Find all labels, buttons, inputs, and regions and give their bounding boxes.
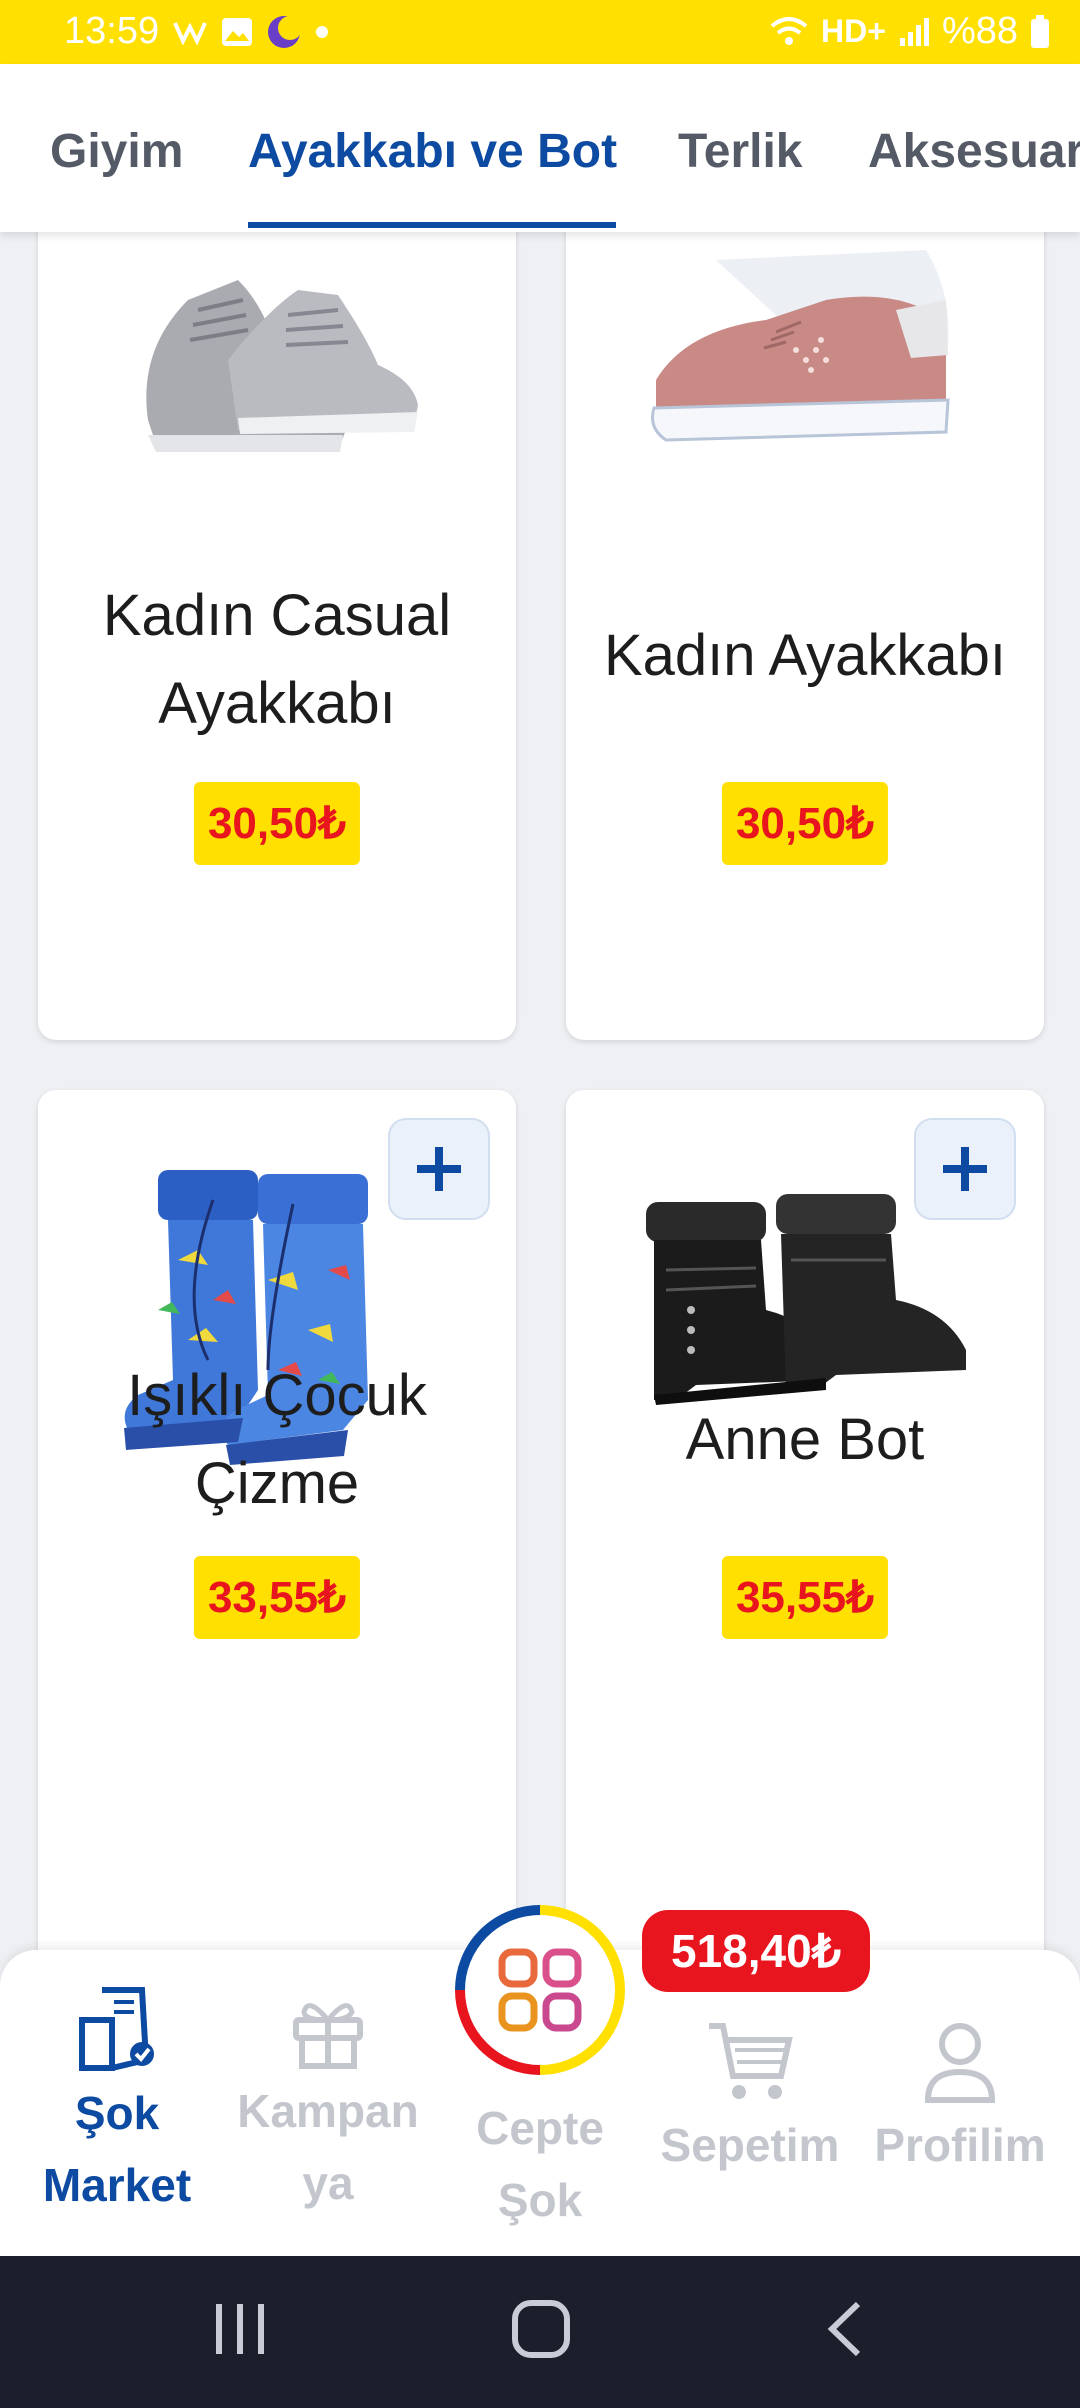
nav-profilim[interactable]: Profilim [860,2020,1060,2181]
product-image-grey-sneaker [146,280,418,452]
nav-label-line2: Şok [497,2174,583,2226]
nav-label-line1: Sepetim [660,2119,840,2171]
product-price: 33,55₺ [193,1556,361,1639]
whatsapp-icon [173,21,207,45]
product-name-line2: Çizme [194,1451,360,1516]
product-name-line1: Anne Bot [685,1407,925,1472]
nav-label-line1: Şok [74,2087,160,2139]
system-navigation-bar [0,2256,1080,2408]
nav-label-line1: Kampan [237,2085,419,2137]
product-card[interactable]: Kadın Casual Ayakkabı 30,50₺ [38,200,516,1040]
dot-icon [316,25,329,38]
cepte-sok-button[interactable] [454,1904,626,2076]
back-icon[interactable] [820,2298,870,2360]
product-name-line1: Işıklı Çocuk [127,1363,427,1428]
nav-cepte-sok[interactable]: Cepte Şok [436,2092,644,2236]
battery-percent: %88 [941,10,1018,52]
nav-kampanya[interactable]: Kampan ya [224,1990,432,2219]
product-name-line1: Kadın Ayakkabı [603,623,1006,688]
active-tab-indicator [248,222,616,228]
tab-ayakkabi-ve-bot[interactable]: Ayakkabı ve Bot [248,124,617,179]
nav-sok-market[interactable]: Şok Market [10,1980,224,2221]
status-time: 13:59 [64,10,160,52]
product-card[interactable]: Işıklı Çocuk Çizme 33,55₺ [38,1090,516,1990]
nav-label-line1: Profilim [874,2119,1046,2171]
product-image-pink-sneaker [651,250,950,442]
nav-label-line2: ya [302,2157,354,2209]
product-card[interactable]: Anne Bot 35,55₺ [566,1090,1044,1990]
wifi-icon [770,16,808,45]
product-price: 30,50₺ [193,782,361,865]
product-image-black-ankle-boots [646,1194,966,1405]
user-icon [924,2023,996,2103]
plus-icon [943,1147,987,1191]
signal-icon [899,17,929,46]
nav-label-line2: Market [42,2159,192,2211]
product-name-line1: Kadın Casual [102,583,452,648]
product-price: 35,55₺ [721,1556,889,1639]
category-tab-bar: Giyim Ayakkabı ve Bot Terlik Aksesuar [0,64,1080,232]
tab-aksesuar[interactable]: Aksesuar [868,124,1080,179]
network-type: HD+ [821,13,886,49]
nav-label-line1: Cepte [476,2102,604,2154]
cart-total-badge[interactable]: 518,40₺ [642,1910,870,1992]
grocery-bag-icon [79,1987,154,2071]
status-bar: 13:59 HD+ %88 [0,0,1080,64]
gallery-icon [222,17,253,46]
product-price: 30,50₺ [721,782,889,865]
gift-icon [293,2003,363,2069]
battery-icon [1031,14,1049,48]
tab-terlik[interactable]: Terlik [678,124,803,179]
product-card[interactable]: Kadın Ayakkabı 30,50₺ [566,200,1044,1040]
product-name-line2: Ayakkabı [158,671,396,736]
cart-icon [709,2023,793,2099]
home-icon[interactable] [510,2298,572,2360]
moon-icon [268,15,302,48]
tab-giyim[interactable]: Giyim [50,124,183,179]
nav-sepetim[interactable]: Sepetim [650,2020,850,2181]
recent-apps-icon[interactable] [210,2298,270,2360]
plus-icon [417,1147,461,1191]
